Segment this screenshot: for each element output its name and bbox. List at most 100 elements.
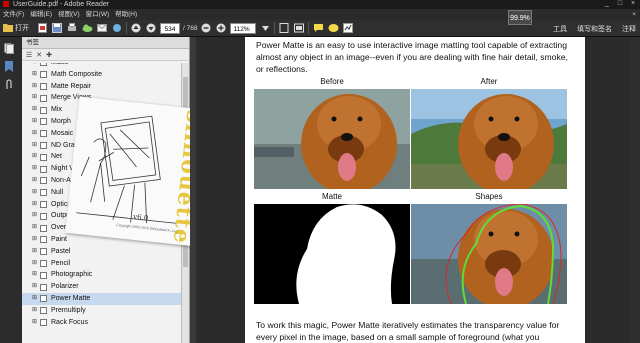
comment-icon[interactable] xyxy=(312,22,324,34)
menu-help[interactable]: 帮助(H) xyxy=(115,9,137,20)
print-icon[interactable] xyxy=(66,22,78,34)
title-bar: UserGuide.pdf - Adobe Reader _ □ × xyxy=(0,0,640,9)
expand-icon[interactable]: ⊞ xyxy=(32,81,38,93)
document-scrollbar[interactable] xyxy=(630,37,640,343)
expand-icon[interactable]: ⊞ xyxy=(32,317,38,329)
bookmark-item[interactable]: ⊞ Power Matte xyxy=(22,292,182,305)
open-label: 打开 xyxy=(15,25,29,32)
expand-icon[interactable]: ⊞ xyxy=(32,269,38,281)
before-label: Before xyxy=(320,77,344,86)
expand-icon[interactable]: ⊞ xyxy=(32,305,38,317)
panel-splitter[interactable] xyxy=(190,37,196,343)
bookmark-label: Mosaic xyxy=(51,129,74,137)
bookmark-page-icon xyxy=(40,271,47,279)
highlight-icon[interactable] xyxy=(327,22,339,34)
bookmark-page-icon xyxy=(40,94,47,102)
fill-sign-link[interactable]: 填写和签名 xyxy=(577,24,612,34)
bookmark-options-icon[interactable]: ☰ xyxy=(26,51,32,59)
bookmark-item[interactable]: ⊞ Premultiply xyxy=(22,305,182,317)
logo-version: v6.0 xyxy=(132,212,149,223)
bookmark-label: Math Composite xyxy=(51,70,102,78)
expand-icon[interactable]: ⊞ xyxy=(32,293,38,305)
before-photo xyxy=(254,89,410,189)
open-button[interactable]: 打开 xyxy=(3,23,33,34)
expand-icon[interactable]: ⊞ xyxy=(32,258,38,270)
close-document-button[interactable]: × xyxy=(632,9,636,20)
share-icon[interactable] xyxy=(111,22,123,34)
attachment-icon[interactable] xyxy=(4,79,18,91)
comment-link[interactable]: 注释 xyxy=(622,24,636,34)
zoom-out-icon[interactable] xyxy=(200,22,212,34)
bookmark-item[interactable]: ⊞ Pencil xyxy=(22,258,182,270)
expand-icon[interactable]: ⊞ xyxy=(32,163,38,175)
email-icon[interactable] xyxy=(96,22,108,34)
page-number-input[interactable]: 534 xyxy=(160,22,180,34)
intro-paragraph: Power Matte is an easy to use interactiv… xyxy=(256,40,568,74)
bookmark-label: Polarizer xyxy=(51,283,79,291)
new-bookmark-icon[interactable]: ✚ xyxy=(46,51,52,59)
menu-window[interactable]: 窗口(W) xyxy=(86,9,109,20)
expand-icon[interactable]: ⊞ xyxy=(32,187,38,199)
chevron-down-icon[interactable] xyxy=(259,22,271,34)
menu-view[interactable]: 视图(V) xyxy=(58,9,80,20)
bookmark-item[interactable]: ⊞ Rack Focus xyxy=(22,317,182,329)
bookmark-item[interactable]: ⊞ Pastel xyxy=(22,246,182,258)
expand-icon[interactable]: ⊞ xyxy=(32,151,38,163)
zoom-select[interactable]: 112% xyxy=(230,22,257,34)
expand-icon[interactable]: ⊞ xyxy=(32,281,38,293)
bookmark-page-icon xyxy=(40,153,47,161)
delete-bookmark-icon[interactable]: ✕ xyxy=(36,51,42,59)
toolbar-right-links: 工具 填写和签名 注释 xyxy=(553,20,636,37)
bookmark-label: Matte Repair xyxy=(51,82,92,90)
tools-link[interactable]: 工具 xyxy=(553,24,567,34)
bookmark-page-icon xyxy=(40,189,47,197)
bookmark-label: Photographic xyxy=(51,271,93,279)
save-icon[interactable] xyxy=(51,22,63,34)
previous-page-icon[interactable] xyxy=(130,22,142,34)
shapes-photo xyxy=(411,204,567,304)
read-mode-icon[interactable] xyxy=(293,22,305,34)
next-page-icon[interactable] xyxy=(145,22,157,34)
maximize-button[interactable]: □ xyxy=(615,0,625,8)
expand-icon[interactable]: ⊞ xyxy=(32,104,38,116)
minimize-button[interactable]: _ xyxy=(602,0,612,8)
cloud-icon[interactable] xyxy=(81,22,93,34)
zoom-in-icon[interactable] xyxy=(215,22,227,34)
expand-icon[interactable]: ⊞ xyxy=(32,222,38,234)
expand-icon[interactable]: ⊞ xyxy=(32,140,38,152)
bookmark-item[interactable]: ⊞ Matte Repair xyxy=(22,81,182,93)
close-button[interactable]: × xyxy=(628,0,638,8)
expand-icon[interactable]: ⊞ xyxy=(32,210,38,222)
expand-icon[interactable]: ⊞ xyxy=(32,175,38,187)
bookmark-label: Rack Focus xyxy=(51,318,88,326)
expand-icon[interactable]: ⊞ xyxy=(32,69,38,81)
sign-icon[interactable] xyxy=(342,22,354,34)
bookmark-label: Morph xyxy=(51,117,71,125)
expand-icon[interactable]: ⊞ xyxy=(32,116,38,128)
expand-icon[interactable]: ⊞ xyxy=(32,128,38,140)
expand-icon[interactable]: ⊞ xyxy=(32,246,38,258)
bookmark-item[interactable]: ⊞ Polarizer xyxy=(22,281,182,293)
after-photo xyxy=(411,89,567,189)
create-pdf-icon[interactable] xyxy=(36,22,48,34)
expand-icon[interactable]: ⊞ xyxy=(32,234,38,246)
bookmark-label: Pastel xyxy=(51,247,71,255)
fit-page-icon[interactable] xyxy=(278,22,290,34)
pages-icon[interactable] xyxy=(4,43,18,55)
bookmark-page-icon xyxy=(40,63,47,67)
bookmark-item[interactable]: ⊞ Math Composite xyxy=(22,69,182,81)
bookmark-label: Power Matte xyxy=(51,294,91,302)
expand-icon[interactable]: ⊞ xyxy=(32,92,38,104)
bookmark-page-icon xyxy=(40,71,47,79)
menu-file[interactable]: 文件(F) xyxy=(3,9,24,20)
adobe-reader-icon xyxy=(3,1,9,8)
bookmark-page-icon xyxy=(40,130,47,138)
bookmark-icon[interactable] xyxy=(4,61,18,73)
bookmark-item[interactable]: ⊞ Photographic xyxy=(22,269,182,281)
menu-bar: 文件(F) 编辑(E) 视图(V) 窗口(W) 帮助(H) × xyxy=(0,9,640,20)
bookmark-page-icon xyxy=(40,165,47,173)
bookmark-label: Net xyxy=(51,153,62,161)
expand-icon[interactable]: ⊞ xyxy=(32,199,38,211)
menu-edit[interactable]: 编辑(E) xyxy=(30,9,52,20)
bookmark-page-icon xyxy=(40,283,47,291)
